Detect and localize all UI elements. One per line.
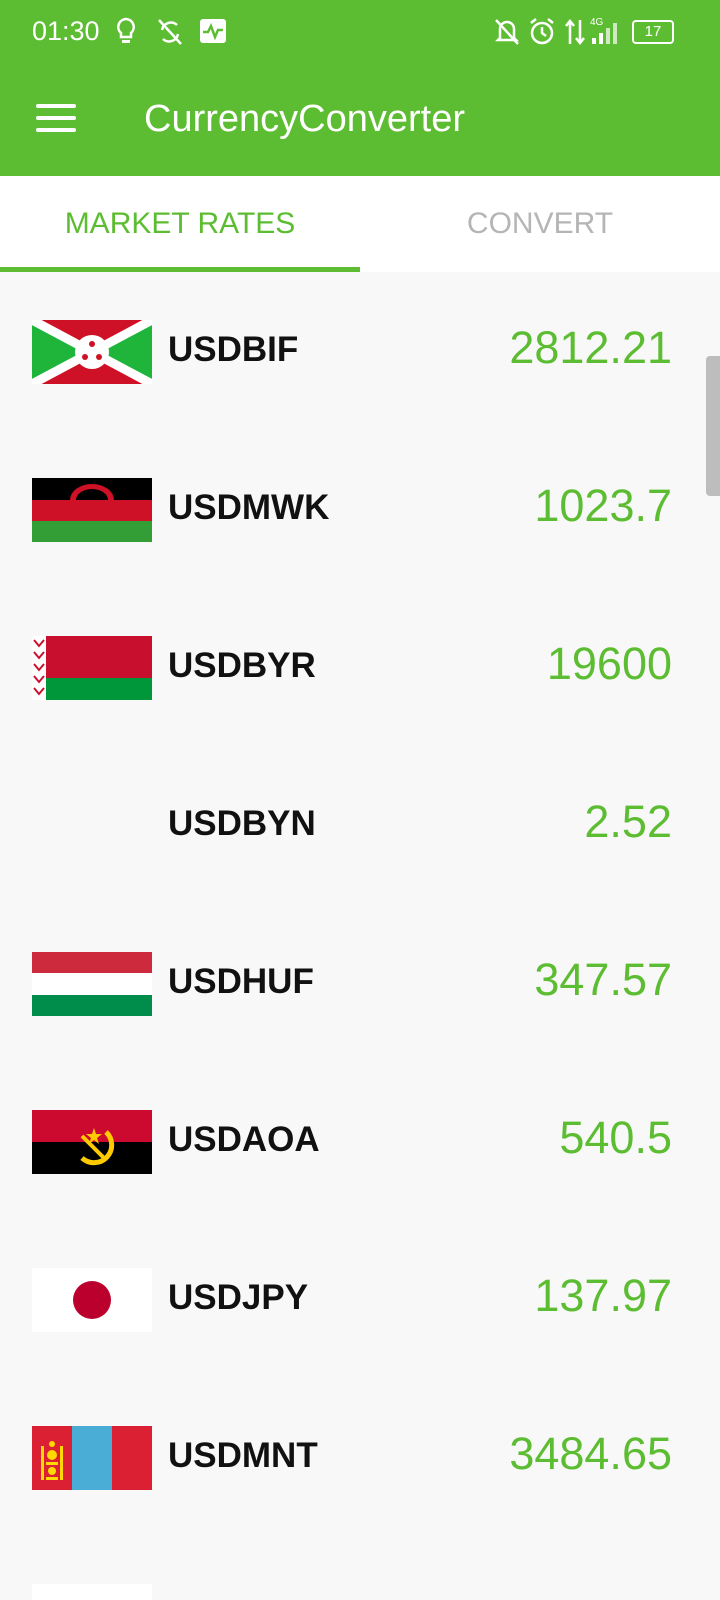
list-item[interactable]: USDHUF 347.57 [0,904,720,1062]
currency-code: USDMNT [168,1436,318,1475]
rate-value: 137.97 [534,1270,672,1321]
activity-icon [200,19,226,43]
app-title: CurrencyConverter [144,98,465,140]
malawi-flag-icon [32,478,152,542]
currency-code: USDHUF [168,962,314,1001]
japan-flag-icon [32,1268,152,1332]
rate-value: 2812.21 [509,322,672,373]
alarm-icon [530,18,554,45]
list-item[interactable]: USDMNT 3484.65 [0,1378,720,1536]
currency-code: USDAOA [168,1120,320,1159]
currency-code: USDBYR [168,646,316,685]
currency-code: USDJPY [168,1278,309,1317]
missing-flag-placeholder [32,794,152,858]
rate-value: 347.57 [534,954,672,1005]
currency-code: USDMWK [168,488,330,527]
market-rates-list[interactable]: USDBIF 2812.21 USDMWK 1023.7 USDBYR 1960… [0,272,720,1600]
list-item[interactable]: USDBIF 2812.21 [0,272,720,430]
list-item[interactable]: USDAOA 540.5 [0,1062,720,1220]
bell-off-icon [494,19,520,45]
sync-off-icon [158,19,182,45]
list-item[interactable]: USDBYR 19600 [0,588,720,746]
scrollbar[interactable] [706,356,720,496]
bulb-icon [117,17,135,43]
belarus-flag-icon [32,636,152,700]
rate-value: 19600 [546,638,672,689]
rate-value: 2.52 [584,796,672,847]
status-bar: 01:30 4G 17 [0,0,720,64]
tab-bar: MARKET RATES CONVERT [0,176,720,272]
app-bar: CurrencyConverter [0,64,720,176]
list-item[interactable]: USDJPY 137.97 [0,1220,720,1378]
battery-icon: 17 [632,20,674,44]
rate-value: 1023.7 [534,480,672,531]
rate-value: 3484.65 [509,1428,672,1479]
data-transfer-icon [565,18,585,46]
status-time: 01:30 [32,16,100,46]
list-item[interactable]: USDBYN 2.52 [0,746,720,904]
hamburger-menu-icon[interactable] [36,104,76,134]
angola-flag-icon [32,1110,152,1174]
network-label: 4G [590,17,604,28]
list-item[interactable]: USDMWK 1023.7 [0,430,720,588]
partial-list-item [32,1584,152,1600]
burundi-flag-icon [32,320,152,384]
rate-value: 540.5 [559,1112,672,1163]
tab-market-rates[interactable]: MARKET RATES [0,176,360,272]
tab-convert[interactable]: CONVERT [360,176,720,272]
battery-level: 17 [644,23,662,40]
currency-code: USDBYN [168,804,316,843]
mongolia-flag-icon [32,1426,152,1490]
currency-code: USDBIF [168,330,299,369]
signal-icon: 4G [590,17,617,44]
hungary-flag-icon [32,952,152,1016]
